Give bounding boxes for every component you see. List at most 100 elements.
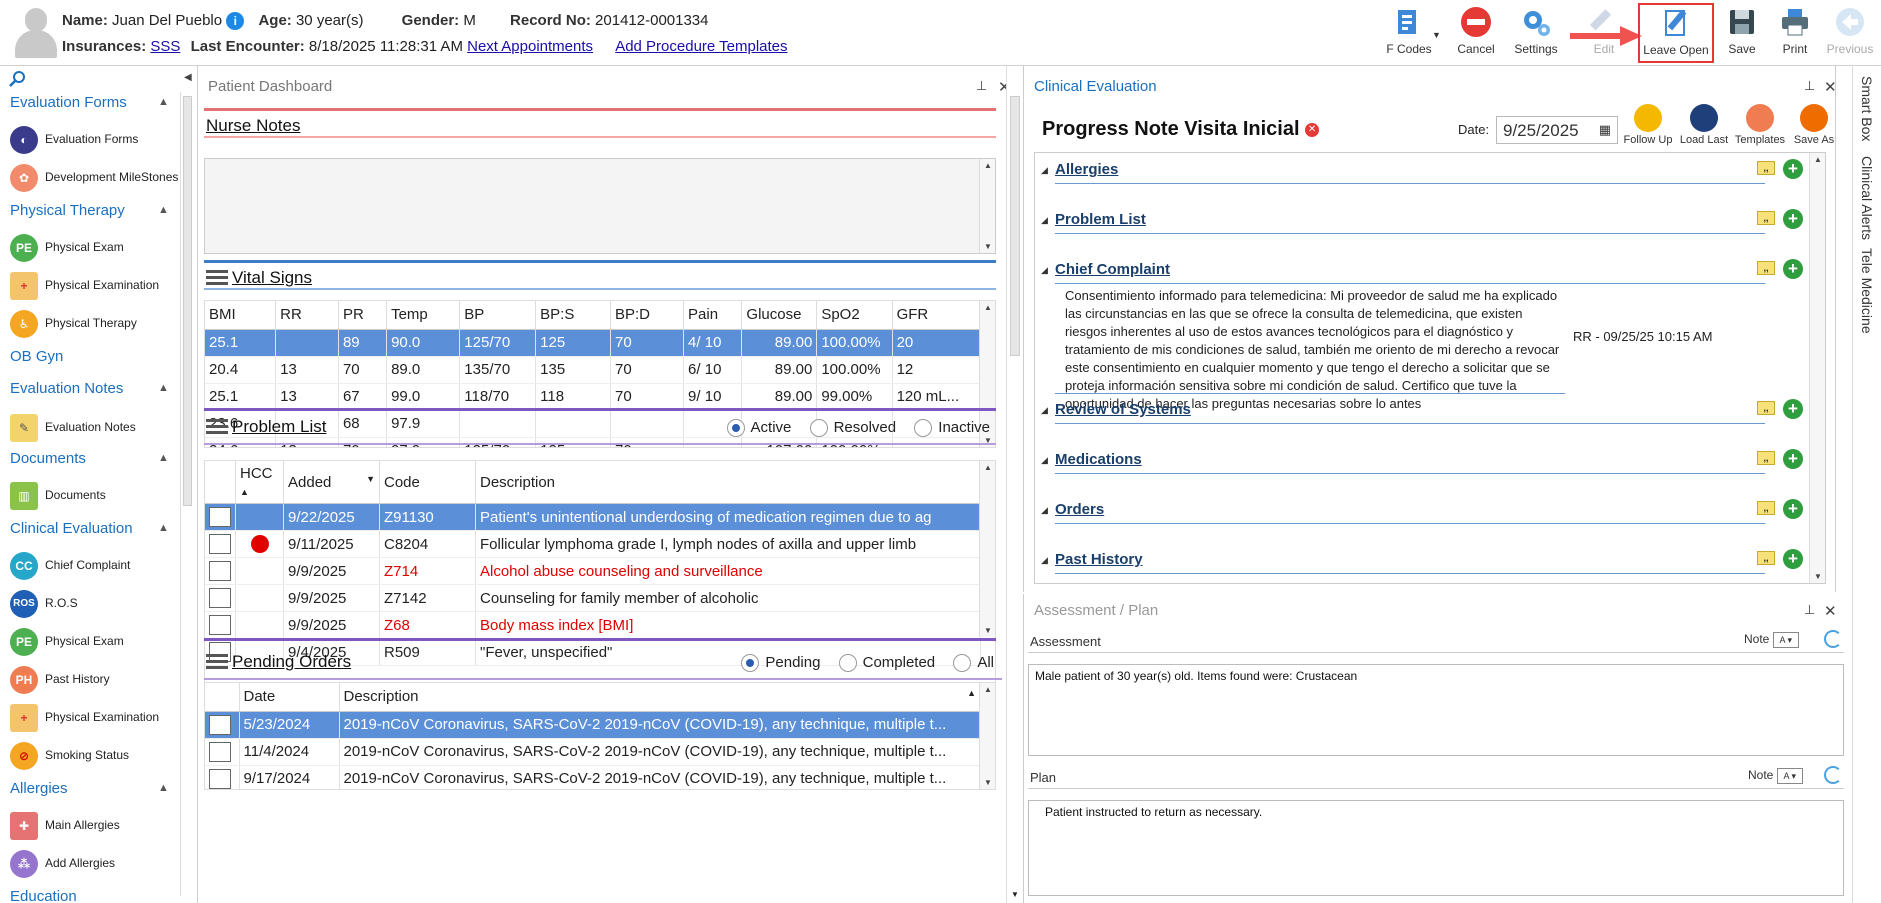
vitals-col-0[interactable]: BMI — [205, 301, 277, 330]
checkbox-cell[interactable] — [205, 584, 236, 612]
sidebar-item-evaluation-forms[interactable]: ◐ Evaluation Forms — [10, 124, 138, 154]
checkbox-cell[interactable] — [205, 503, 236, 531]
expand-icon[interactable]: ◢ — [1041, 405, 1048, 416]
sidebar-item-past-history[interactable]: PH Past History — [10, 664, 110, 694]
checkbox-cell[interactable] — [205, 765, 240, 789]
sidebar-item-development-milestones[interactable]: ✿ Development MileStones — [10, 162, 178, 192]
vitals-row[interactable]: 20.4 13 70 89.0 135/70 135 70 6/ 10 89.00 100.00%… — [205, 356, 982, 384]
chevron-down-icon[interactable]: ▼ — [1432, 30, 1441, 40]
col-description[interactable]: Description — [475, 461, 981, 504]
sidebar-item-documents[interactable]: ▥ Documents — [10, 480, 106, 510]
dashboard-scrollbar[interactable]: ▼ — [1006, 66, 1022, 903]
tab-tele-medicine[interactable]: Tele Medicine — [1859, 248, 1875, 334]
remove-note-icon[interactable]: ✕ — [1305, 122, 1320, 137]
radio-all[interactable] — [953, 654, 972, 673]
sidebar-item-chief-complaint[interactable]: CC Chief Complaint — [10, 550, 130, 580]
calendar-icon[interactable]: ▦ — [1599, 122, 1611, 138]
row-checkbox[interactable] — [209, 507, 231, 527]
sidebar-section-ob-gyn[interactable]: OB Gyn — [10, 348, 63, 365]
cancel-button[interactable]: Cancel — [1450, 4, 1502, 62]
next-appointments-link[interactable]: Next Appointments — [467, 38, 593, 55]
sidebar-item-add-allergies[interactable]: ⁂ Add Allergies — [10, 848, 115, 878]
expand-icon[interactable]: ◢ — [1041, 455, 1048, 466]
sidebar-section-evaluation-forms[interactable]: Evaluation Forms ▲ — [10, 94, 169, 111]
sidebar-section-education[interactable]: Education — [10, 888, 77, 903]
caret-up-icon[interactable]: ▲ — [158, 452, 169, 464]
templates-button[interactable]: Templates — [1732, 104, 1788, 146]
add-icon[interactable]: + — [1783, 259, 1803, 279]
order-row[interactable]: 9/17/2024 2019-nCoV Coronavirus, SARS-CoV… — [205, 765, 981, 789]
sidebar-section-documents[interactable]: Documents ▲ — [10, 450, 169, 467]
insurance-link[interactable]: SSS — [150, 38, 180, 55]
sidebar-section-allergies[interactable]: Allergies ▲ — [10, 780, 169, 797]
row-checkbox[interactable] — [209, 768, 231, 789]
expand-icon[interactable]: ◢ — [1041, 555, 1048, 566]
save-button[interactable]: Save — [1720, 4, 1764, 62]
caret-up-icon[interactable]: ▲ — [158, 382, 169, 394]
fcodes-button[interactable]: F Codes ▼ — [1378, 4, 1441, 62]
vitals-row[interactable]: 25.1 89 90.0 125/70 125 70 4/ 10 89.00 100.00% 20 — [205, 329, 982, 357]
caret-up-icon[interactable]: ▲ — [158, 522, 169, 534]
sidebar-item-physical-exam[interactable]: PE Physical Exam — [10, 232, 124, 262]
caret-up-icon[interactable]: ▲ — [158, 204, 169, 216]
add-icon[interactable]: + — [1783, 159, 1803, 179]
vitals-col-8[interactable]: Glucose — [741, 301, 818, 330]
row-checkbox[interactable] — [209, 741, 231, 762]
close-icon[interactable]: ✕ — [1824, 602, 1837, 620]
radio-pending[interactable] — [741, 654, 760, 673]
sidebar-item-main-allergies[interactable]: ✚ Main Allergies — [10, 810, 120, 840]
problem-row[interactable]: 9/9/2025 Z7142 Counseling for family membe… — [205, 584, 981, 612]
sidebar-item-smoking-status[interactable]: ⊘ Smoking Status — [10, 740, 129, 770]
pin-icon[interactable]: ⊥ — [1804, 602, 1815, 618]
clinical-scrollbar[interactable]: ▲ ▼ — [1809, 153, 1825, 583]
expand-icon[interactable]: ◢ — [1041, 505, 1048, 516]
vitals-col-3[interactable]: Temp — [386, 301, 461, 330]
col-code[interactable]: Code — [379, 461, 476, 504]
collapse-icon[interactable]: ◢ — [1041, 265, 1048, 276]
info-icon[interactable]: i — [226, 12, 245, 31]
sidebar-section-clinical-evaluation[interactable]: Clinical Evaluation ▲ — [10, 520, 169, 537]
sidebar-item-physical-examination[interactable]: + Physical Examination — [10, 270, 159, 300]
previous-button[interactable]: Previous — [1822, 4, 1878, 62]
collapse-sidebar-icon[interactable]: ◀ — [184, 72, 192, 83]
tab-smart-box[interactable]: Smart Box — [1859, 76, 1875, 141]
sidebar-section-physical-therapy[interactable]: Physical Therapy ▲ — [10, 202, 169, 219]
checkbox-cell[interactable] — [205, 711, 240, 739]
chief-complaint-text[interactable]: Consentimiento informado para telemedici… — [1065, 287, 1565, 413]
caret-up-icon[interactable]: ▲ — [158, 782, 169, 794]
add-icon[interactable]: + — [1783, 499, 1803, 519]
row-checkbox[interactable] — [209, 561, 231, 581]
assessment-textarea[interactable]: Male patient of 30 year(s) old. Items fo… — [1028, 664, 1844, 756]
add-icon[interactable]: + — [1783, 209, 1803, 229]
date-field[interactable]: 9/25/2025 ▦ — [1496, 116, 1618, 144]
row-checkbox[interactable] — [209, 615, 231, 635]
vitals-row[interactable]: 25.1 13 67 99.0 118/70 118 70 9/ 10 89.00 99.00% 1… — [205, 383, 982, 411]
load-last-button[interactable]: Load Last — [1676, 104, 1732, 146]
vitals-col-2[interactable]: PR — [338, 301, 388, 330]
nurse-notes-scrollbar[interactable]: ▲ ▼ — [979, 159, 995, 253]
col-date[interactable]: Date — [239, 683, 340, 712]
expand-icon[interactable]: ◢ — [1041, 165, 1048, 176]
checkbox-cell[interactable] — [205, 738, 240, 766]
checkbox-cell[interactable] — [205, 557, 236, 585]
quote-icon[interactable]: ,, — [1757, 451, 1775, 465]
col-order-description[interactable]: Description ▲ — [339, 683, 981, 712]
sidebar-section-evaluation-notes[interactable]: Evaluation Notes ▲ — [10, 380, 169, 397]
vitals-col-4[interactable]: BP — [459, 301, 537, 330]
quote-icon[interactable]: ,, — [1757, 501, 1775, 515]
note-format-icon[interactable]: A ▾ — [1772, 632, 1799, 648]
menu-icon[interactable] — [206, 270, 228, 286]
save-as-button[interactable]: Save As — [1786, 104, 1842, 146]
order-row[interactable]: 11/4/2024 2019-nCoV Coronavirus, SARS-CoV… — [205, 738, 981, 766]
caret-up-icon[interactable]: ▲ — [158, 96, 169, 108]
leave-open-button[interactable]: Leave Open — [1638, 3, 1714, 63]
orders-scrollbar[interactable]: ▲ ▼ — [979, 683, 995, 789]
refresh-icon[interactable] — [1824, 766, 1842, 784]
radio-completed[interactable] — [838, 654, 857, 673]
problem-row[interactable]: 9/9/2025 Z68 Body mass index [BMI] — [205, 611, 981, 639]
radio-inactive[interactable] — [914, 419, 933, 438]
sidebar-scrollbar[interactable] — [180, 92, 194, 896]
menu-icon[interactable] — [206, 419, 228, 435]
sidebar-item-physical-therapy[interactable]: ♿ Physical Therapy — [10, 308, 137, 338]
pin-icon[interactable]: ⊥ — [1804, 78, 1815, 94]
